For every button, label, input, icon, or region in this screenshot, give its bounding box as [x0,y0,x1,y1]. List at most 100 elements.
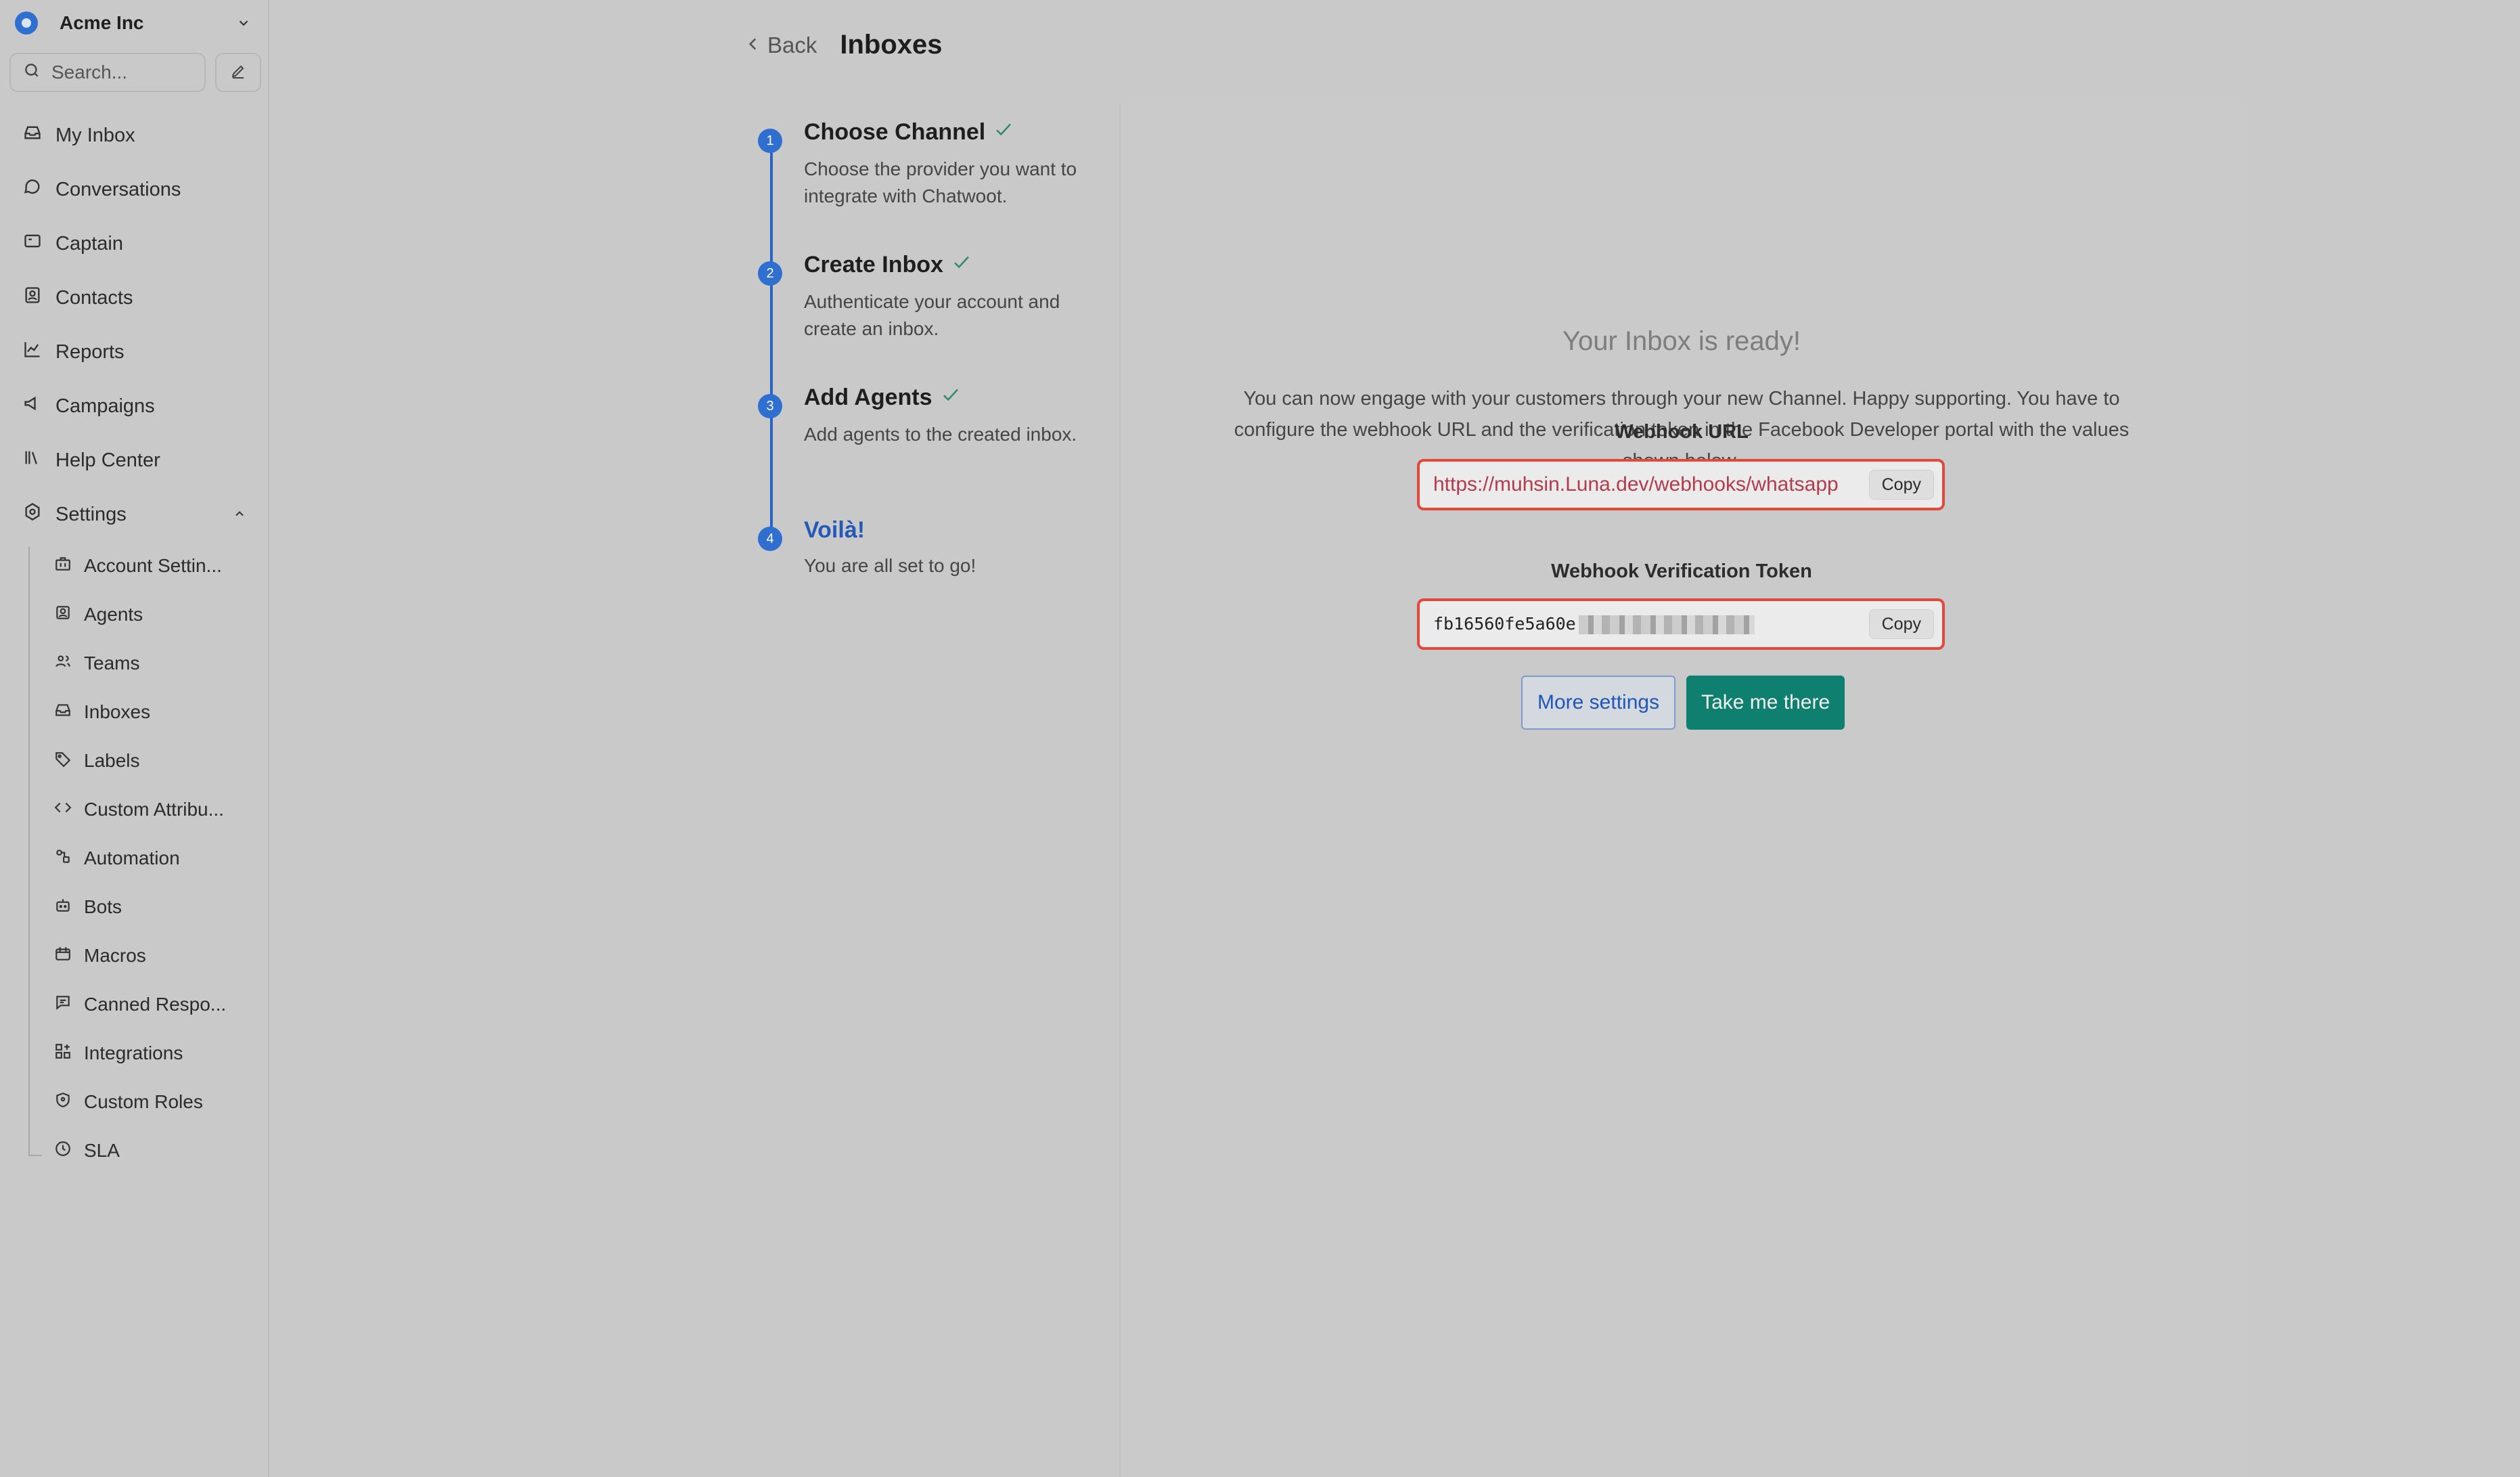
nav-item-contacts[interactable]: Contacts [0,271,269,325]
sidebar-item-macros[interactable]: Macros [0,931,269,980]
sub-label: Automation [84,847,180,868]
sla-clock-icon [54,1140,72,1162]
step-description: Authenticate your account and create an … [804,291,1060,339]
integrations-icon [54,1042,72,1065]
nav-item-help-center[interactable]: Help Center [0,433,269,487]
sidebar-item-teams[interactable]: Teams [0,639,269,688]
sub-label: Inboxes [84,701,151,722]
nav-label: Captain [55,232,123,255]
step-number: 2 [758,261,782,286]
inbox-icon [23,123,42,148]
step-description: Add agents to the created inbox. [804,424,1077,445]
search-input[interactable]: Search... [9,53,206,92]
nav-item-settings[interactable]: Settings [0,487,269,542]
sub-label: SLA [84,1140,120,1161]
chevron-up-icon [233,504,246,526]
step-description: You are all set to go! [804,555,976,576]
step-title: Voilà! [804,517,865,544]
sidebar-item-account-settings[interactable]: Account Settin... [0,542,269,590]
sub-label: Bots [84,896,122,917]
step-number: 3 [758,394,782,418]
webhook-token-value[interactable]: fb16560fe5a60e [1433,614,1869,634]
library-icon [23,448,42,472]
sub-label: Agents [84,604,143,625]
sub-label: Account Settin... [84,555,222,576]
step-title: Add Agents [804,384,962,411]
sidebar-item-custom-attributes[interactable]: Custom Attribu... [0,785,269,834]
webhook-url-value[interactable]: https://muhsin.Luna.dev/webhooks/whatsap… [1433,473,1869,496]
step-number: 4 [758,527,782,551]
copy-webhook-url-button[interactable]: Copy [1868,470,1934,500]
sidebar-item-integrations[interactable]: Integrations [0,1029,269,1078]
nav-label: My Inbox [55,124,135,146]
search-icon [23,62,41,84]
sidebar-item-sla[interactable]: SLA [0,1126,269,1175]
webhook-url-field[interactable]: https://muhsin.Luna.dev/webhooks/whatsap… [1417,459,1945,510]
nav-label: Reports [55,340,125,363]
step-title-text: Voilà! [804,517,865,543]
nav-item-campaigns[interactable]: Campaigns [0,379,269,433]
nav-item-conversations[interactable]: Conversations [0,162,269,217]
step-title-text: Add Agents [804,384,932,410]
sidebar-item-bots[interactable]: Bots [0,883,269,931]
step-description: Choose the provider you want to integrat… [804,158,1077,206]
sidebar-item-custom-roles[interactable]: Custom Roles [0,1078,269,1126]
webhook-token-field[interactable]: fb16560fe5a60e Copy [1417,598,1945,650]
code-icon [54,799,72,821]
main-nav: My Inbox Conversations Captain Contacts … [0,108,269,542]
check-icon [939,384,962,411]
bot-icon [54,896,72,919]
shield-icon [54,1091,72,1114]
account-name: Acme Inc [60,12,144,33]
sidebar: Acme Inc Search... My Inbox Conversation… [0,0,269,1477]
take-me-there-button[interactable]: Take me there [1686,676,1845,730]
account-logo-icon [15,12,38,35]
step-title-text: Create Inbox [804,252,943,278]
chevron-left-icon [744,32,762,58]
nav-label: Contacts [55,286,133,309]
chart-line-icon [23,340,42,364]
copy-token-button[interactable]: Copy [1868,609,1934,639]
check-icon [992,119,1015,146]
ready-title: Your Inbox is ready! [1562,326,1801,356]
nav-label: Conversations [55,178,181,200]
sidebar-item-inboxes[interactable]: Inboxes [0,688,269,736]
webhook-token-label: Webhook Verification Token [1551,560,1812,582]
nav-label: Campaigns [55,395,155,417]
action-buttons: More settings Take me there [1521,676,1845,730]
page-header: Back Inboxes [744,30,943,60]
account-switcher[interactable]: Acme Inc [15,9,253,37]
pencil-icon [230,63,246,83]
nav-item-reports[interactable]: Reports [0,325,269,379]
megaphone-icon [23,394,42,418]
inbox-ready-card: Your Inbox is ready! You can now engage … [1119,103,2241,1477]
chevron-down-icon [234,14,253,32]
back-label: Back [767,32,817,58]
sub-label: Macros [84,945,146,966]
more-settings-button[interactable]: More settings [1521,676,1676,730]
sidebar-item-agents[interactable]: Agents [0,590,269,639]
sub-label: Custom Attribu... [84,799,224,820]
compose-button[interactable] [215,53,261,92]
back-button[interactable]: Back [744,32,817,58]
search-placeholder: Search... [51,62,128,83]
macro-icon [54,945,72,967]
team-icon [54,653,72,675]
contact-card-icon [23,286,42,310]
sub-label: Integrations [84,1042,183,1063]
settings-subnav: Account Settin... Agents Teams Inboxes L… [0,542,269,1175]
redacted-token-pixelation [1578,615,1755,634]
sidebar-item-automation[interactable]: Automation [0,834,269,883]
inbox-icon [54,701,72,724]
tag-icon [54,750,72,772]
nav-label: Help Center [55,449,160,471]
sidebar-item-canned-responses[interactable]: Canned Respo... [0,980,269,1029]
sub-label: Custom Roles [84,1091,203,1112]
automation-icon [54,847,72,870]
nav-item-captain[interactable]: Captain [0,217,269,271]
webhook-url-label: Webhook URL [1615,421,1749,443]
step-title: Create Inbox [804,252,973,278]
sidebar-item-labels[interactable]: Labels [0,736,269,785]
nav-item-my-inbox[interactable]: My Inbox [0,108,269,162]
captain-icon [23,232,42,256]
